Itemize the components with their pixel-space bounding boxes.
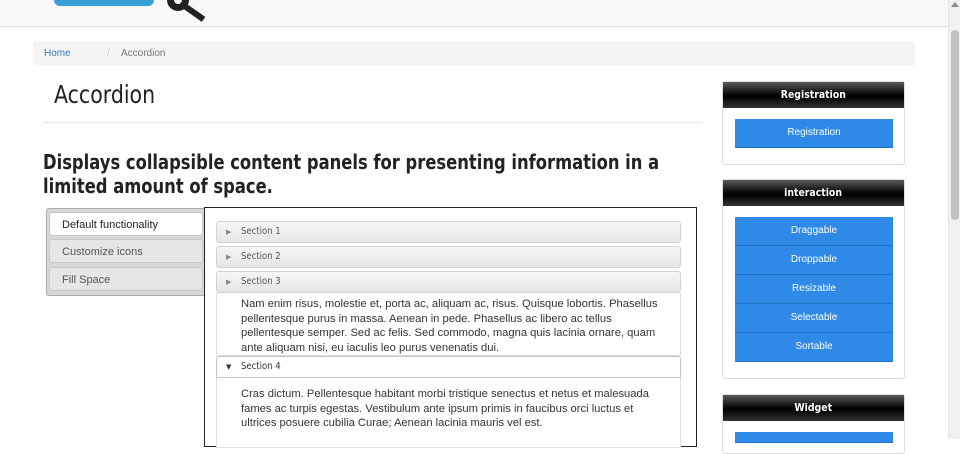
scrollbar-thumb[interactable] xyxy=(951,30,959,220)
accordion-header-section-4[interactable]: ▼ Section 4 xyxy=(216,356,681,378)
accordion-panel-section-4: Cras dictum. Pellentesque habitant morbi… xyxy=(216,378,681,448)
tab-fill-space[interactable]: Fill Space xyxy=(49,267,203,291)
interaction-widget-title: interaction xyxy=(723,180,904,206)
accordion-header-section-2[interactable]: ▶ Section 2 xyxy=(216,246,681,268)
logo[interactable] xyxy=(54,0,154,6)
vertical-scrollbar[interactable] xyxy=(948,0,960,439)
registration-widget-title: Registration xyxy=(723,82,904,108)
scroll-up-icon[interactable] xyxy=(951,2,959,7)
widget-widget: Widget xyxy=(722,394,905,454)
interaction-widget: interaction Draggable Droppable Resizabl… xyxy=(722,179,905,379)
selectable-link[interactable]: Selectable xyxy=(735,304,893,333)
page-title: Accordion xyxy=(54,80,156,109)
gear-logo-icon xyxy=(167,0,206,22)
page-subtitle: Displays collapsible content panels for … xyxy=(43,150,660,198)
triangle-right-icon: ▶ xyxy=(226,278,232,286)
title-divider xyxy=(43,122,702,123)
accordion-header-section-3[interactable]: ▶ Section 3 xyxy=(216,271,681,293)
triangle-down-icon: ▼ xyxy=(226,363,232,371)
accordion-header-section-1[interactable]: ▶ Section 1 xyxy=(216,221,681,243)
registration-widget: Registration Registration xyxy=(722,81,905,165)
accordion-header-label: Section 4 xyxy=(241,361,281,372)
tab-default-functionality[interactable]: Default functionality xyxy=(49,212,203,236)
widget-widget-title: Widget xyxy=(723,395,904,421)
accordion-header-label: Section 1 xyxy=(241,226,281,237)
breadcrumb: Home / Accordion xyxy=(33,41,915,66)
resizable-link[interactable]: Resizable xyxy=(735,275,893,304)
triangle-right-icon: ▶ xyxy=(226,253,232,261)
droppable-link[interactable]: Droppable xyxy=(735,246,893,275)
draggable-link[interactable]: Draggable xyxy=(735,217,893,246)
breadcrumb-home-link[interactable]: Home xyxy=(44,41,71,66)
accordion-header-label: Section 2 xyxy=(241,251,281,262)
sortable-link[interactable]: Sortable xyxy=(735,333,893,362)
accordion-panel-section-3: Nam enim risus, molestie et, porta ac, a… xyxy=(216,293,681,356)
accordion-demo-frame: ▶ Section 1 ▶ Section 2 ▶ Section 3 Nam … xyxy=(204,207,697,448)
registration-button[interactable]: Registration xyxy=(735,119,893,148)
tab-customize-icons[interactable]: Customize icons xyxy=(49,239,203,263)
breadcrumb-current: Accordion xyxy=(121,48,166,59)
accordion-header-label: Section 3 xyxy=(241,276,281,287)
site-header xyxy=(0,0,948,27)
breadcrumb-separator: / xyxy=(107,48,110,59)
widget-first-link[interactable] xyxy=(735,432,893,443)
triangle-right-icon: ▶ xyxy=(226,228,232,236)
demo-tabs: Default functionality Customize icons Fi… xyxy=(46,208,206,296)
